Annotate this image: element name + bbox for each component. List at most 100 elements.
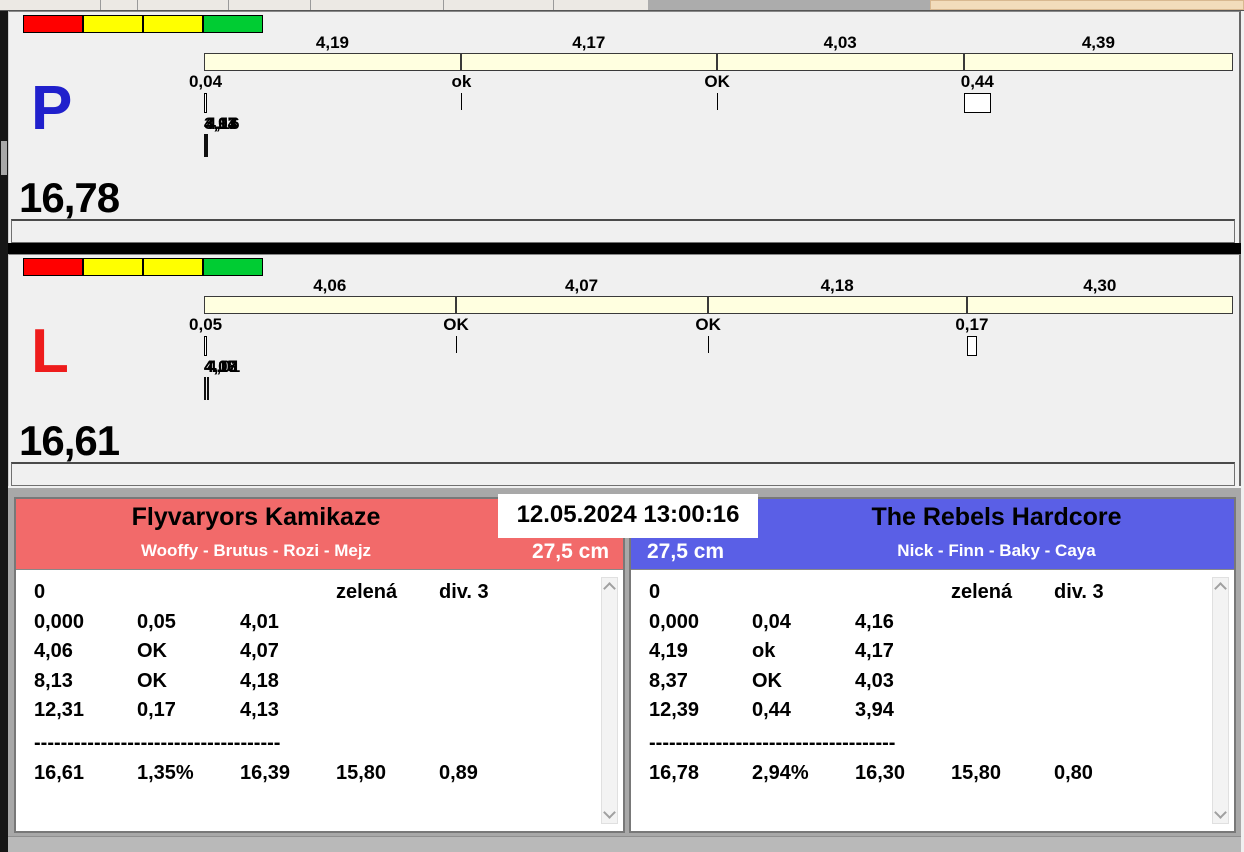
team-panel-left: Flyvaryors Kamikaze Wooffy - Brutus - Ro…: [14, 497, 625, 833]
edge-scroll-thumb[interactable]: [1, 141, 7, 175]
lane-bar-area: 4,06 4,07 4,18 4,30 0,05 OK OK 0,17 4,01…: [204, 255, 1233, 415]
team-name: Flyvaryors Kamikaze: [16, 502, 496, 532]
dog-names: Wooffy - Brutus - Rozi - Mejz: [16, 539, 496, 563]
scroll-up-icon[interactable]: [1214, 582, 1227, 595]
leg-bar-segment: [207, 377, 209, 400]
split-bar-segment: [456, 296, 708, 314]
start-cell: 0: [34, 578, 137, 608]
split-time-label: 4,19: [204, 34, 461, 52]
table-info-row: 0 zelená div. 3: [34, 578, 623, 608]
scroll-down-icon[interactable]: [1214, 806, 1227, 819]
strip-separator: [137, 0, 138, 10]
leg-bar-segment: [204, 377, 206, 400]
leg-time-label: 3,94: [204, 115, 237, 133]
scroll-down-icon[interactable]: [603, 806, 616, 819]
lane-color-cell: zelená: [336, 578, 439, 608]
race-timestamp: 12.05.2024 13:00:16: [498, 494, 758, 538]
traffic-light-yellow-2: [143, 258, 203, 276]
split-bar-segment: [964, 53, 1233, 71]
table-info-row: 0 zelená div. 3: [649, 578, 1234, 608]
split-time-label: 4,30: [967, 277, 1233, 295]
scroll-up-icon[interactable]: [603, 582, 616, 595]
change-label: OK: [663, 316, 753, 334]
strip-separator: [228, 0, 229, 10]
change-label: OK: [411, 316, 501, 334]
change-marker: [204, 336, 207, 356]
bottom-strip: [8, 836, 1241, 852]
leg-bar-segment: [206, 134, 208, 157]
split-time-label: 4,18: [708, 277, 967, 295]
strip-separator: [310, 0, 311, 10]
split-time-label: 4,06: [204, 277, 456, 295]
lane-total-time: 16,61: [19, 420, 119, 462]
leg-time-label: 4,13: [204, 358, 237, 376]
change-marker: [967, 336, 978, 356]
traffic-light-yellow-1: [83, 258, 143, 276]
division-cell: div. 3: [439, 578, 623, 608]
split-bar-segment: [708, 296, 967, 314]
traffic-light-red: [23, 258, 83, 276]
results-table: 0 zelená div. 3 0,000 0,04 4,16 4,19 ok …: [631, 569, 1234, 831]
split-bar-segment: [204, 53, 461, 71]
table-row: 8,13 OK 4,18: [34, 667, 623, 697]
change-marker: [708, 336, 709, 353]
split-bar-segment: [967, 296, 1233, 314]
lane-color-cell: zelená: [951, 578, 1054, 608]
change-marker: [717, 93, 718, 110]
jump-height: 27,5 cm: [647, 540, 724, 564]
section-divider: [8, 243, 1241, 254]
team-panel-right: The Rebels Hardcore Nick - Finn - Baky -…: [629, 497, 1236, 833]
table-totals-row: 16,61 1,35% 16,39 15,80 0,89: [34, 756, 623, 790]
strip-separator: [100, 0, 101, 10]
lane-empty-strip: [11, 462, 1235, 486]
window-left-edge: [0, 11, 8, 852]
lane-letter: P: [31, 78, 72, 140]
change-marker: [456, 336, 457, 353]
change-label: ok: [416, 73, 506, 91]
split-bar-segment: [717, 53, 964, 71]
strip-separator: [443, 0, 444, 10]
table-scrollbar[interactable]: [601, 577, 618, 824]
table-row: 12,39 0,44 3,94: [649, 696, 1234, 726]
table-scrollbar[interactable]: [1212, 577, 1229, 824]
table-row: 8,37 OK 4,03: [649, 667, 1234, 697]
strip-dark-block: [648, 0, 930, 10]
table-row: 0,000 0,05 4,01: [34, 608, 623, 638]
results-table: 0 zelená div. 3 0,000 0,05 4,01 4,06 OK …: [16, 569, 623, 831]
lane-empty-strip: [11, 219, 1235, 243]
change-marker: [204, 93, 207, 113]
split-time-label: 4,07: [456, 277, 708, 295]
split-time-label: 4,39: [964, 34, 1233, 52]
strip-separator: [553, 0, 554, 10]
change-label: OK: [672, 73, 762, 91]
table-separator: -------------------------------------: [34, 732, 623, 754]
change-marker: [461, 93, 462, 110]
lane-total-time: 16,78: [19, 177, 119, 219]
division-cell: div. 3: [1054, 578, 1234, 608]
strip-peach-block: [930, 0, 1244, 10]
background-window-strip: [0, 0, 1244, 11]
change-label: 0,44: [932, 73, 1022, 91]
results-area: Flyvaryors Kamikaze Wooffy - Brutus - Ro…: [8, 488, 1241, 852]
lane-letter: L: [31, 321, 69, 383]
lane-bar-area: 4,19 4,17 4,03 4,39 0,04 ok OK 0,44 4,16…: [204, 12, 1233, 172]
dog-names: Nick - Finn - Baky - Caya: [759, 539, 1234, 563]
table-totals-row: 16,78 2,94% 16,30 15,80 0,80: [649, 756, 1234, 790]
split-time-label: 4,03: [717, 34, 964, 52]
split-time-label: 4,17: [461, 34, 717, 52]
table-separator: -------------------------------------: [649, 732, 1234, 754]
change-marker: [964, 93, 991, 113]
change-label: 0,17: [927, 316, 1017, 334]
traffic-light-yellow-1: [83, 15, 143, 33]
change-label: 0,05: [161, 316, 251, 334]
leg-bar-segment: [204, 134, 206, 157]
change-label: 0,04: [161, 73, 251, 91]
table-row: 0,000 0,04 4,16: [649, 608, 1234, 638]
jump-height: 27,5 cm: [532, 540, 609, 564]
traffic-light-yellow-2: [143, 15, 203, 33]
split-bar-segment: [461, 53, 717, 71]
split-bar-segment: [204, 296, 456, 314]
lane-l-section: L 4,06 4,07 4,18 4,30 0,05 OK OK 0,17 4,…: [8, 254, 1241, 486]
lane-p-section: P 4,19 4,17 4,03 4,39 0,04 ok OK 0,44 4,…: [8, 11, 1241, 243]
table-row: 12,31 0,17 4,13: [34, 696, 623, 726]
